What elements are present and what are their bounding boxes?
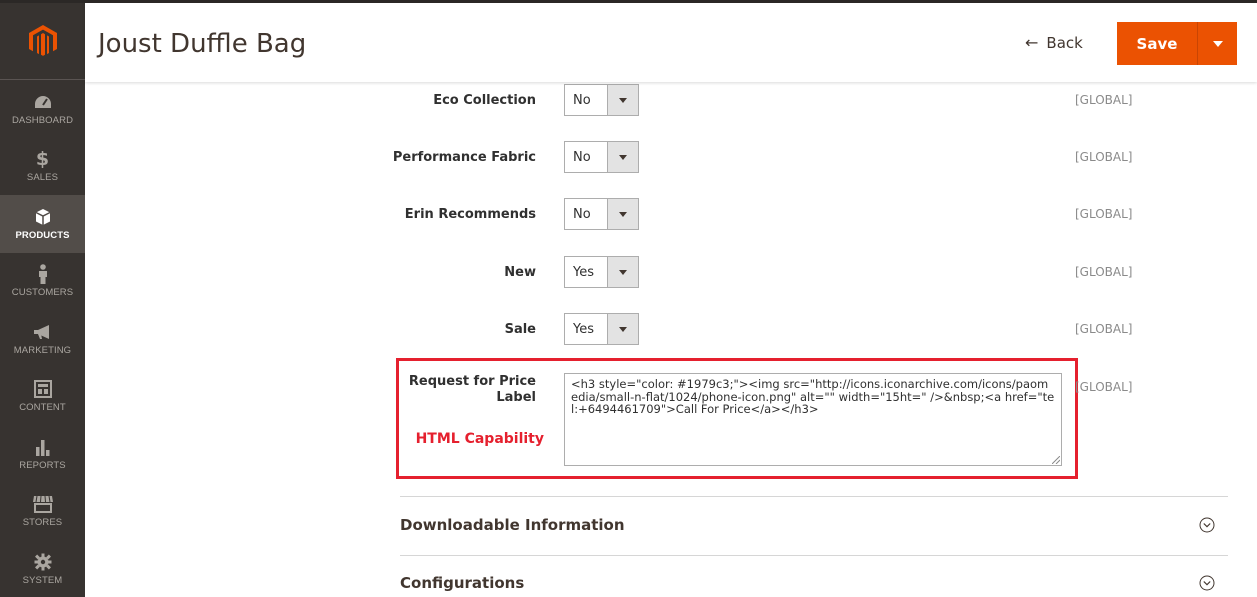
- sidebar-item-reports[interactable]: REPORTS: [0, 425, 85, 483]
- sidebar-item-marketing[interactable]: MARKETING: [0, 310, 85, 368]
- sidebar-item-label: PRODUCTS: [15, 229, 70, 241]
- caret-down-icon: [606, 257, 638, 287]
- field-label-sale: Sale: [504, 322, 536, 337]
- arrow-left-icon: ←: [1025, 33, 1039, 52]
- sidebar-item-label: STORES: [22, 517, 63, 529]
- section-divider: [400, 496, 1228, 497]
- scope-label: [GLOBAL]: [1075, 380, 1133, 394]
- layout-icon: [33, 379, 52, 399]
- save-button[interactable]: Save: [1117, 22, 1197, 65]
- dollar-icon: $: [35, 148, 50, 171]
- select-value: No: [573, 149, 591, 165]
- section-downloadable-information[interactable]: Downloadable Information: [400, 516, 625, 534]
- scope-label: [GLOBAL]: [1075, 265, 1133, 279]
- sidebar-item-label: SYSTEM: [22, 574, 63, 586]
- caret-down-icon: [606, 314, 638, 344]
- bar-chart-icon: [35, 437, 51, 457]
- magento-logo-icon: [28, 25, 57, 56]
- caret-down-icon: [606, 142, 638, 172]
- admin-sidebar: DASHBOARD $ SALES PRODUCTS CUSTOMERS MAR…: [0, 0, 85, 597]
- back-label: Back: [1046, 33, 1083, 52]
- chevron-down-circle-icon[interactable]: [1199, 517, 1215, 533]
- resize-handle-icon[interactable]: [1052, 456, 1060, 464]
- sidebar-item-system[interactable]: SYSTEM: [0, 540, 85, 597]
- save-split-button: Save: [1117, 22, 1237, 65]
- field-label-eco-collection: Eco Collection: [433, 93, 536, 108]
- select-erin-recommends[interactable]: No: [564, 198, 639, 230]
- field-label-line1: Request for Price: [408, 374, 536, 389]
- sidebar-item-label: DASHBOARD: [11, 114, 74, 126]
- back-button[interactable]: ← Back: [1025, 33, 1083, 52]
- field-label-performance-fabric: Performance Fabric: [392, 150, 536, 165]
- scope-label: [GLOBAL]: [1075, 150, 1133, 164]
- page-header: Joust Duffle Bag ← Back Save: [85, 0, 1257, 82]
- dashboard-icon: [34, 92, 52, 112]
- caret-down-icon: [1212, 40, 1223, 47]
- scope-label: [GLOBAL]: [1075, 322, 1133, 336]
- sidebar-item-label: REPORTS: [19, 459, 66, 471]
- sidebar-item-stores[interactable]: STORES: [0, 483, 85, 541]
- person-icon: [37, 264, 49, 285]
- magento-logo[interactable]: [0, 3, 85, 80]
- select-eco-collection[interactable]: No: [564, 84, 639, 116]
- page-title: Joust Duffle Bag: [98, 29, 307, 59]
- field-label-erin-recommends: Erin Recommends: [404, 207, 536, 222]
- sidebar-item-dashboard[interactable]: DASHBOARD: [0, 80, 85, 138]
- sidebar-item-sales[interactable]: $ SALES: [0, 138, 85, 196]
- request-price-label-textarea[interactable]: <h3 style="color: #1979c3;"><img src="ht…: [564, 373, 1062, 466]
- field-label-new: New: [504, 265, 536, 280]
- select-value: No: [573, 92, 591, 108]
- select-value: No: [573, 206, 591, 222]
- gear-icon: [34, 552, 52, 572]
- html-capability-annotation: HTML Capability: [415, 431, 544, 447]
- scope-label: [GLOBAL]: [1075, 207, 1133, 221]
- field-label-request-price: Request for Price Label: [336, 374, 536, 406]
- sidebar-item-label: MARKETING: [13, 344, 72, 356]
- box-icon: [35, 207, 51, 227]
- select-sale[interactable]: Yes: [564, 313, 639, 345]
- select-value: Yes: [573, 321, 594, 337]
- sidebar-item-label: SALES: [26, 172, 59, 184]
- caret-down-icon: [606, 199, 638, 229]
- sidebar-item-label: CONTENT: [19, 402, 66, 414]
- megaphone-icon: [33, 322, 53, 342]
- storefront-icon: [32, 494, 54, 514]
- select-value: Yes: [573, 264, 594, 280]
- select-performance-fabric[interactable]: No: [564, 141, 639, 173]
- scope-label: [GLOBAL]: [1075, 93, 1133, 107]
- save-options-toggle[interactable]: [1197, 22, 1237, 65]
- caret-down-icon: [606, 85, 638, 115]
- sidebar-item-content[interactable]: CONTENT: [0, 368, 85, 426]
- section-divider: [400, 555, 1228, 556]
- sidebar-item-customers[interactable]: CUSTOMERS: [0, 253, 85, 311]
- chevron-down-circle-icon[interactable]: [1199, 575, 1215, 591]
- field-label-line2: Label: [496, 390, 536, 405]
- section-configurations[interactable]: Configurations: [400, 574, 524, 592]
- select-new[interactable]: Yes: [564, 256, 639, 288]
- sidebar-item-label: CUSTOMERS: [11, 287, 74, 299]
- sidebar-item-products[interactable]: PRODUCTS: [0, 195, 85, 253]
